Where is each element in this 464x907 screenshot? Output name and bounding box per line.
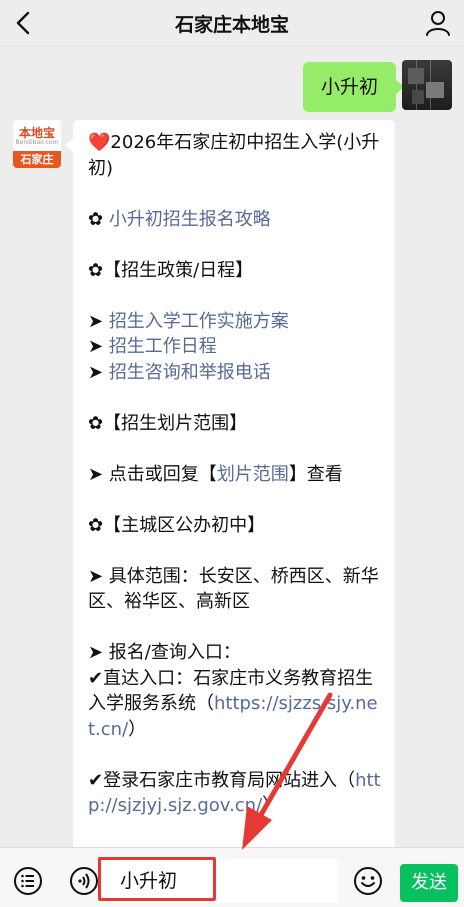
paren-close: ） [128,718,147,740]
chat-title: 石家庄本地宝 [174,14,289,36]
section-policy-schedule: ✿【招生政策/日程】 [88,259,254,281]
arrow-bullet: ➤ [88,336,109,357]
send-button[interactable]: 发送 [400,864,458,902]
paren-close: ） [262,795,281,816]
bot-message-text: ❤️2026年石家庄初中招生入学(小升初) ✿ 小升初招生报名攻略 ✿【招生政策… [88,130,384,819]
link-work-schedule[interactable]: 招生工作日程 [109,336,217,357]
heart-icon: ❤️ [88,132,111,153]
zoning-prefix: ➤ 点击或回复【 [88,463,217,485]
link-zoning-range[interactable]: 划片范围 [217,464,289,485]
edu-bureau-text: ✔登录石家庄市教育局网站进入（ [88,769,356,791]
section-zoning: ✿【招生划片范围】 [88,412,248,434]
my-message-row: 小升初 [0,60,464,116]
my-message-bubble[interactable]: 小升初 [302,62,405,112]
annotation-highlight-box [98,857,216,901]
voice-icon[interactable] [68,865,100,897]
districts-text: ➤ 具体范围：长安区、桥西区、新华区、裕华区、高新区 [88,565,379,613]
avatar-city-label: 石家庄 [13,151,61,168]
emoji-icon[interactable] [352,865,384,897]
arrow-bullet: ➤ [88,361,109,383]
link-enrollment-guide[interactable]: 小升初招生报名攻略 [109,209,271,230]
section-public-schools: ✿【主城区公办初中】 [88,514,266,536]
message-heading: 2026年石家庄初中招生入学(小升初) [88,132,380,179]
user-icon[interactable] [424,9,452,37]
list-icon[interactable] [12,865,44,897]
input-bar: 小升初 发送 [0,847,464,907]
avatar-logo-sub: Bendibao.com [15,139,59,146]
link-hotline[interactable]: 招生咨询和举报电话 [109,362,271,383]
entry-heading: ➤ 报名/查询入口： [88,642,241,663]
my-avatar[interactable] [402,60,452,110]
arrow-bullet: ➤ [88,310,109,332]
zoning-suffix: 】查看 [288,463,343,485]
bot-avatar[interactable]: 本地宝 Bendibao.com 石家庄 [13,120,61,168]
link-implementation-plan[interactable]: 招生入学工作实施方案 [109,311,289,332]
top-bar: 石家庄本地宝 [0,0,464,47]
flower-bullet: ✿ [88,208,109,230]
chat-area[interactable]: 小升初 本地宝 Bendibao.com 石家庄 ❤️2026年石家庄初中招生入… [0,47,464,847]
bot-message-bubble: ❤️2026年石家庄初中招生入学(小升初) ✿ 小升初招生报名攻略 ✿【招生政策… [65,120,395,847]
